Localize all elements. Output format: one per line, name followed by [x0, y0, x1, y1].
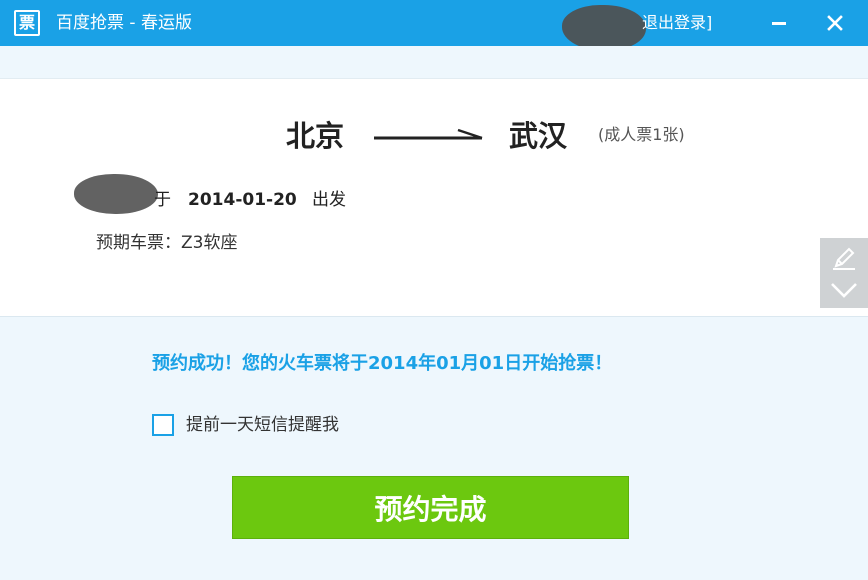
minimize-button[interactable] [762, 8, 796, 38]
side-toolbar [820, 238, 868, 308]
title-bar: 票 百度抢票 - 春运版 退出登录] [0, 0, 868, 51]
close-icon [827, 15, 843, 31]
window-title: 百度抢票 - 春运版 [56, 13, 192, 33]
redacted-passenger-name [74, 174, 158, 214]
trip-suffix: 出发 [312, 190, 346, 210]
finish-reservation-button[interactable]: 预约完成 [232, 476, 629, 539]
toolbar-strip [0, 46, 868, 79]
arrow-right-icon [374, 128, 483, 140]
departure-date: 2014-01-20 [188, 190, 297, 210]
arrival-city: 武汉 [509, 119, 568, 153]
logout-link[interactable]: 退出登录] [642, 12, 712, 34]
app-logo-icon: 票 [14, 10, 40, 36]
sms-reminder-label[interactable]: 提前一天短信提醒我 [186, 414, 339, 436]
expected-ticket: 预期车票：Z3软座 [96, 233, 238, 253]
trip-prefix: 于 [154, 190, 171, 210]
departure-city: 北京 [286, 119, 345, 153]
redacted-username [562, 5, 646, 51]
chevron-down-icon[interactable] [830, 280, 858, 300]
app-logo-glyph: 票 [18, 13, 35, 32]
close-button[interactable] [818, 8, 852, 38]
sms-reminder-checkbox[interactable] [152, 414, 174, 436]
ticket-type: (成人票1张) [598, 125, 685, 144]
minimize-icon [772, 22, 786, 25]
pencil-icon[interactable] [830, 244, 858, 272]
success-message: 预约成功！您的火车票将于2014年01月01日开始抢票！ [152, 353, 613, 374]
